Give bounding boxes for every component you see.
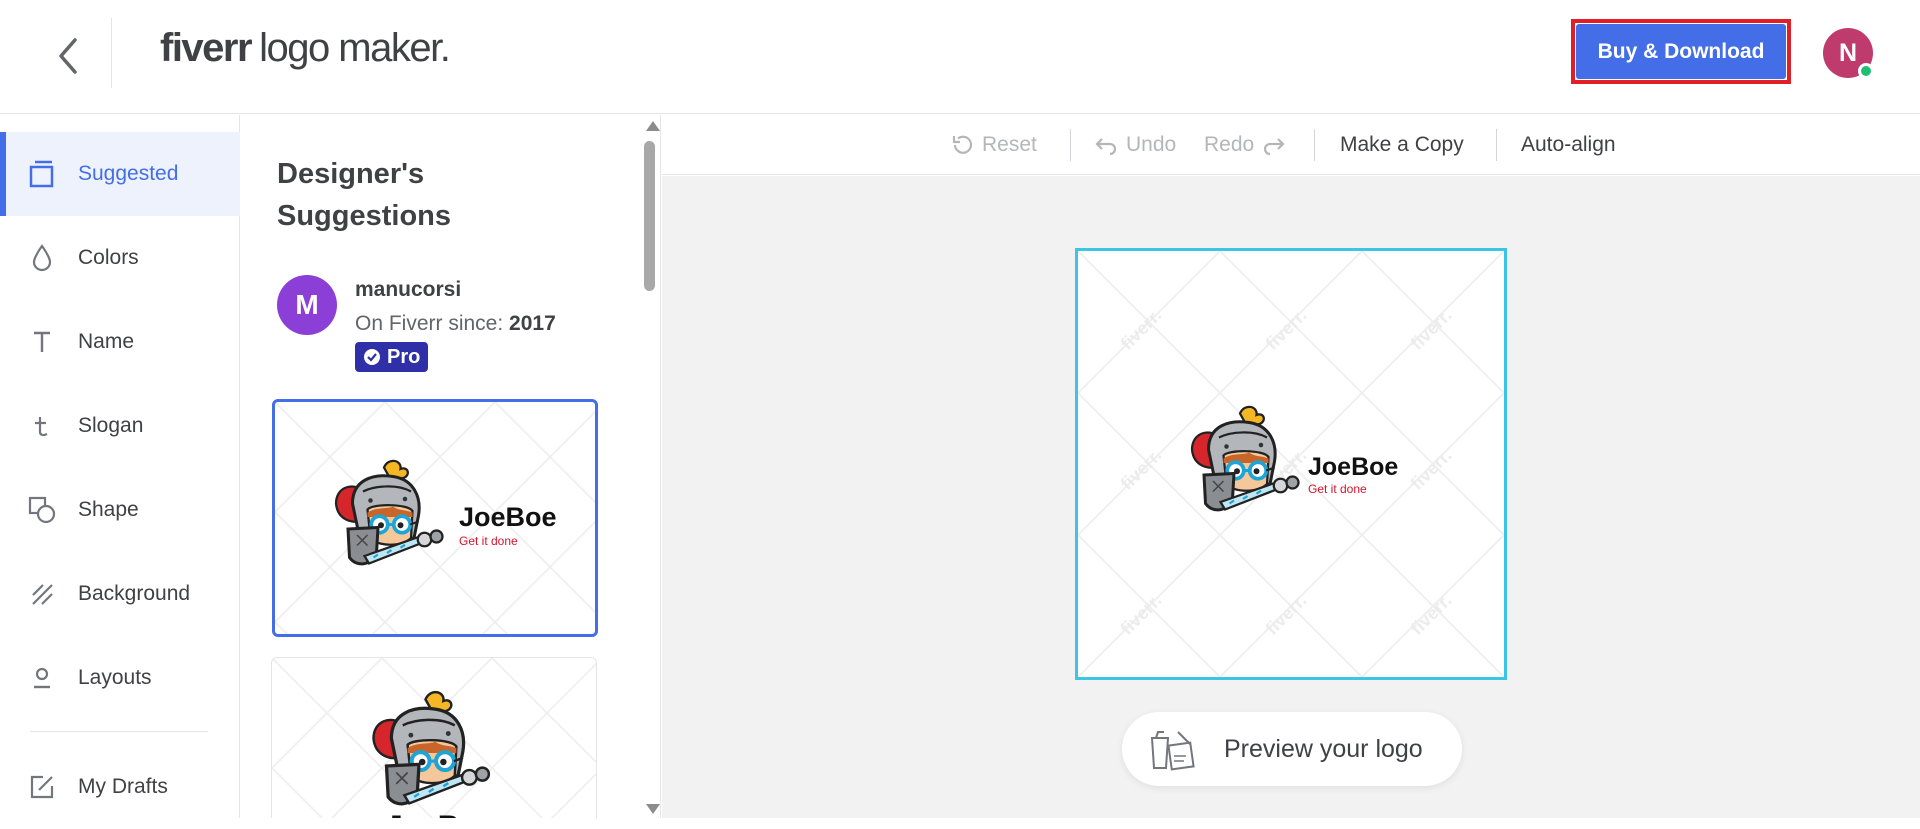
chevron-left-icon bbox=[59, 38, 77, 74]
editor-toolbar: Reset Undo Redo Make a Copy Auto-align bbox=[662, 115, 1920, 175]
slogan-icon bbox=[28, 412, 56, 440]
sidebar-item-label: Shape bbox=[78, 498, 139, 521]
sidebar-item-label: My Drafts bbox=[78, 775, 168, 798]
logo-slogan-text: Get it done bbox=[1308, 482, 1367, 496]
online-status-dot bbox=[1858, 63, 1874, 79]
since-year: 2017 bbox=[509, 312, 556, 335]
sidebar-item-label: Suggested bbox=[78, 162, 179, 185]
redo-label: Redo bbox=[1204, 133, 1255, 156]
sidebar-item-label: Name bbox=[78, 330, 135, 353]
back-button[interactable] bbox=[40, 28, 96, 84]
pro-badge-label: Pro bbox=[387, 345, 421, 368]
designer-name[interactable]: manucorsi bbox=[355, 278, 461, 302]
logo-name-text: JoeBoe bbox=[1308, 453, 1398, 481]
editor-sidebar: Suggested Colors Name Slogan Shape Backg… bbox=[0, 115, 240, 818]
reset-button[interactable]: Reset bbox=[950, 115, 1037, 175]
suggestion-logo-preview: JoeBoe Get it done bbox=[275, 402, 595, 634]
top-header: fiverr logo maker. Buy & Download N bbox=[0, 0, 1920, 114]
mockup-preview-icon bbox=[1150, 731, 1195, 771]
toolbar-divider bbox=[1070, 129, 1071, 161]
suggestion-card[interactable]: JoeBoe Get it done bbox=[272, 399, 598, 637]
toolbar-divider bbox=[1496, 129, 1497, 161]
undo-label: Undo bbox=[1126, 133, 1177, 156]
shape-icon bbox=[28, 496, 56, 524]
sidebar-item-name[interactable]: Name bbox=[0, 300, 240, 384]
panel-scrollbar[interactable] bbox=[638, 115, 660, 818]
scroll-down-arrow-icon[interactable] bbox=[646, 804, 660, 814]
toolbar-divider bbox=[1314, 129, 1315, 161]
logo-preview: fiverr. fiverr. fiverr. fiverr. fiverr. … bbox=[1077, 250, 1505, 678]
sidebar-divider bbox=[30, 731, 208, 732]
logo-canvas-area: fiverr. fiverr. fiverr. fiverr. fiverr. … bbox=[662, 176, 1920, 818]
auto-align-button[interactable]: Auto-align bbox=[1521, 115, 1616, 175]
buy-and-download-button[interactable]: Buy & Download bbox=[1576, 24, 1786, 79]
suggestion-card[interactable]: JoeBoe bbox=[271, 657, 597, 818]
reset-icon bbox=[952, 135, 973, 154]
since-label: On Fiverr since: bbox=[355, 312, 510, 335]
logo-subtitle: logo maker. bbox=[259, 26, 451, 70]
sidebar-item-background[interactable]: Background bbox=[0, 552, 240, 636]
redo-icon bbox=[1264, 138, 1285, 155]
undo-icon bbox=[1095, 138, 1117, 155]
sidebar-item-slogan[interactable]: Slogan bbox=[0, 384, 240, 468]
verified-check-icon bbox=[364, 349, 380, 365]
sidebar-item-label: Slogan bbox=[78, 414, 144, 437]
fiverr-logo-maker-logo[interactable]: fiverr logo maker. bbox=[160, 26, 451, 76]
suggested-icon bbox=[28, 160, 56, 188]
pro-badge: Pro bbox=[355, 342, 429, 372]
scroll-up-arrow-icon[interactable] bbox=[646, 121, 660, 131]
drafts-icon bbox=[28, 773, 56, 801]
suggestion-logo-preview: JoeBoe bbox=[272, 658, 596, 818]
logo-name-text: JoeBoe bbox=[459, 502, 557, 532]
sidebar-item-my-drafts[interactable]: My Drafts bbox=[0, 745, 240, 829]
sidebar-item-colors[interactable]: Colors bbox=[0, 216, 240, 300]
sidebar-item-label: Layouts bbox=[78, 666, 152, 689]
sidebar-item-label: Colors bbox=[78, 246, 139, 269]
auto-align-label: Auto-align bbox=[1521, 133, 1616, 156]
redo-button[interactable]: Redo bbox=[1204, 115, 1286, 175]
reset-label: Reset bbox=[982, 133, 1037, 156]
sidebar-item-shape[interactable]: Shape bbox=[0, 468, 240, 552]
preview-logo-label: Preview your logo bbox=[1224, 734, 1423, 763]
logo-brand: fiverr bbox=[160, 26, 253, 70]
layouts-icon bbox=[28, 664, 56, 692]
make-a-copy-label: Make a Copy bbox=[1340, 133, 1464, 156]
suggestions-panel: Designer's Suggestions M manucorsi On Fi… bbox=[241, 115, 661, 818]
scroll-thumb[interactable] bbox=[644, 141, 655, 291]
text-icon bbox=[28, 328, 56, 356]
sidebar-item-suggested[interactable]: Suggested bbox=[0, 132, 240, 216]
header-divider bbox=[111, 18, 112, 88]
designer-since: On Fiverr since: 2017 bbox=[355, 312, 556, 336]
background-icon bbox=[28, 580, 56, 608]
undo-button[interactable]: Undo bbox=[1094, 115, 1176, 175]
logo-slogan-text: Get it done bbox=[459, 534, 518, 548]
sidebar-item-layouts[interactable]: Layouts bbox=[0, 636, 240, 720]
make-a-copy-button[interactable]: Make a Copy bbox=[1340, 115, 1464, 175]
logo-name-text: JoeBoe bbox=[386, 810, 494, 818]
droplet-icon bbox=[28, 244, 56, 272]
designer-avatar: M bbox=[277, 275, 337, 335]
panel-title: Designer's Suggestions bbox=[277, 158, 452, 232]
sidebar-item-label: Background bbox=[78, 582, 191, 605]
preview-logo-button[interactable]: Preview your logo bbox=[1122, 712, 1462, 786]
logo-canvas[interactable]: fiverr. fiverr. fiverr. fiverr. fiverr. … bbox=[1075, 248, 1507, 680]
